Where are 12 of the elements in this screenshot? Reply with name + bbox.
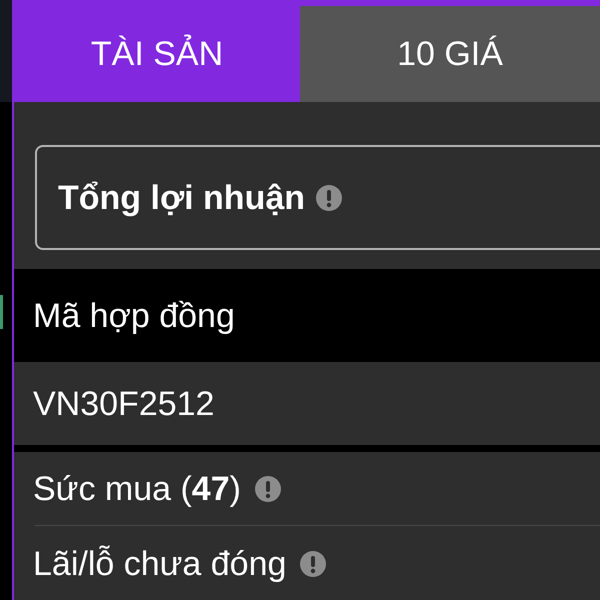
side-marker <box>0 295 3 329</box>
info-icon[interactable] <box>316 184 342 210</box>
info-icon[interactable] <box>254 476 281 502</box>
metric-label: Lãi/lỗ chưa đóng <box>33 546 286 580</box>
table-cell: VN30F2512 <box>33 386 214 420</box>
tab[interactable]: 10 GIÁ <box>300 6 600 102</box>
table-row[interactable]: VN30F2512 <box>14 362 600 445</box>
card-title: Tổng lợi nhuận <box>58 180 306 214</box>
tab[interactable]: TÀI SẢN <box>14 6 300 102</box>
info-icon[interactable] <box>300 550 326 576</box>
column-header: Mã hợp đồng <box>33 298 235 332</box>
metric-label: Sức mua (47) <box>33 472 241 506</box>
